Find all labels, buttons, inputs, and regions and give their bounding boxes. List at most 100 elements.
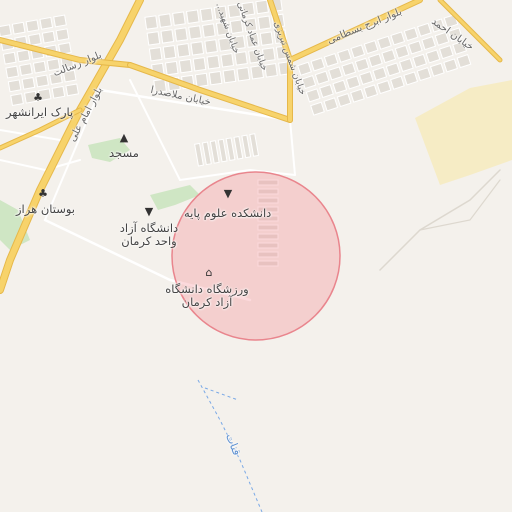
building-block bbox=[19, 63, 33, 77]
minor-street bbox=[289, 119, 296, 176]
building-block bbox=[429, 62, 445, 77]
building-block bbox=[323, 97, 339, 112]
building-block bbox=[233, 135, 244, 160]
poi-label-park-iranshahr: پارک ایرانشهر bbox=[6, 105, 74, 119]
building-block bbox=[2, 51, 17, 65]
building-block bbox=[381, 49, 397, 64]
building-block bbox=[164, 60, 179, 76]
building-block bbox=[234, 51, 248, 66]
building-block bbox=[389, 75, 405, 90]
building-block bbox=[39, 16, 54, 30]
building-block bbox=[236, 66, 251, 82]
building-block bbox=[206, 54, 221, 70]
building-block bbox=[390, 31, 406, 46]
building-block bbox=[220, 53, 235, 68]
graduation-cap-icon: ▼ bbox=[144, 205, 154, 218]
building-block bbox=[310, 101, 325, 116]
building-block bbox=[65, 83, 80, 97]
building-block bbox=[5, 65, 20, 79]
building-block bbox=[438, 45, 454, 60]
mosque-icon: ▲ bbox=[119, 131, 129, 144]
graduation-cap-icon: ▼ bbox=[223, 187, 233, 200]
building-block bbox=[21, 76, 36, 90]
building-block bbox=[336, 92, 352, 108]
building-block bbox=[350, 44, 366, 59]
building-block bbox=[160, 29, 175, 44]
building-block bbox=[162, 44, 177, 60]
building-block bbox=[148, 46, 163, 62]
building-block bbox=[16, 49, 31, 63]
building-block bbox=[305, 88, 321, 103]
building-block bbox=[176, 43, 191, 58]
poi-label-faculty-basic-sci: دانشکده علوم پایه bbox=[184, 206, 272, 220]
poi-label-azad-univ: دانشگاه آزاد واحد کرمان bbox=[119, 221, 179, 248]
building-block bbox=[456, 54, 472, 69]
building-block bbox=[144, 15, 159, 30]
building-block bbox=[28, 33, 42, 47]
building-block bbox=[341, 62, 357, 77]
building-block bbox=[194, 72, 209, 88]
building-block bbox=[363, 40, 379, 55]
poi-label-bostan-haraz: بوستان هراز bbox=[16, 202, 76, 216]
building-block bbox=[363, 84, 379, 99]
building-block bbox=[354, 57, 370, 72]
building-block bbox=[372, 66, 388, 81]
building-block bbox=[192, 56, 207, 72]
area-highlight-circle[interactable] bbox=[171, 171, 341, 341]
building-block bbox=[241, 134, 252, 159]
building-block bbox=[190, 41, 205, 56]
building-block bbox=[209, 140, 220, 164]
building-block bbox=[11, 21, 26, 35]
building-block bbox=[202, 23, 216, 38]
building-block bbox=[188, 25, 202, 40]
map-view[interactable]: بلوار رسالت خیابان شهید... کرمانی خیابان… bbox=[0, 0, 512, 512]
building-block bbox=[257, 15, 272, 31]
building-block bbox=[376, 35, 392, 50]
building-block bbox=[403, 71, 419, 86]
building-block bbox=[55, 28, 70, 42]
building-block bbox=[412, 53, 428, 68]
building-block bbox=[194, 142, 204, 167]
building-block bbox=[208, 70, 223, 86]
building-block bbox=[35, 74, 50, 88]
building-block bbox=[345, 75, 361, 90]
building-block bbox=[146, 31, 161, 46]
building-block bbox=[7, 79, 22, 93]
building-block bbox=[310, 57, 326, 72]
building-block bbox=[259, 31, 274, 46]
building-block bbox=[323, 53, 339, 68]
building-block bbox=[41, 30, 56, 44]
building-block bbox=[332, 79, 348, 94]
building-block bbox=[217, 138, 228, 163]
building-block bbox=[172, 11, 186, 26]
building-block bbox=[201, 141, 212, 166]
building-block bbox=[337, 48, 352, 63]
building-block bbox=[376, 79, 392, 95]
building-block bbox=[158, 13, 172, 28]
building-block bbox=[222, 68, 237, 84]
building-block bbox=[314, 70, 330, 85]
building-block bbox=[398, 58, 414, 73]
building-block bbox=[350, 88, 365, 103]
building-block bbox=[32, 60, 47, 74]
qanat-branch bbox=[204, 387, 239, 401]
building-block bbox=[204, 39, 218, 54]
building-block bbox=[394, 44, 410, 59]
building-block bbox=[185, 9, 200, 24]
building-block bbox=[199, 7, 214, 23]
building-block bbox=[421, 36, 437, 51]
building-block bbox=[0, 24, 12, 38]
building-block bbox=[25, 19, 40, 33]
building-block bbox=[328, 66, 343, 81]
stadium-icon: ⌂ bbox=[205, 266, 213, 279]
building-block bbox=[416, 67, 432, 82]
building-block bbox=[53, 14, 67, 28]
building-block bbox=[385, 62, 401, 77]
building-block bbox=[319, 83, 334, 99]
building-block bbox=[425, 49, 441, 64]
building-block bbox=[403, 27, 419, 42]
building-block bbox=[407, 40, 423, 55]
tree-icon: ♣ bbox=[33, 91, 43, 104]
building-block bbox=[178, 58, 193, 74]
poi-label-masjed: مسجد bbox=[109, 146, 139, 160]
